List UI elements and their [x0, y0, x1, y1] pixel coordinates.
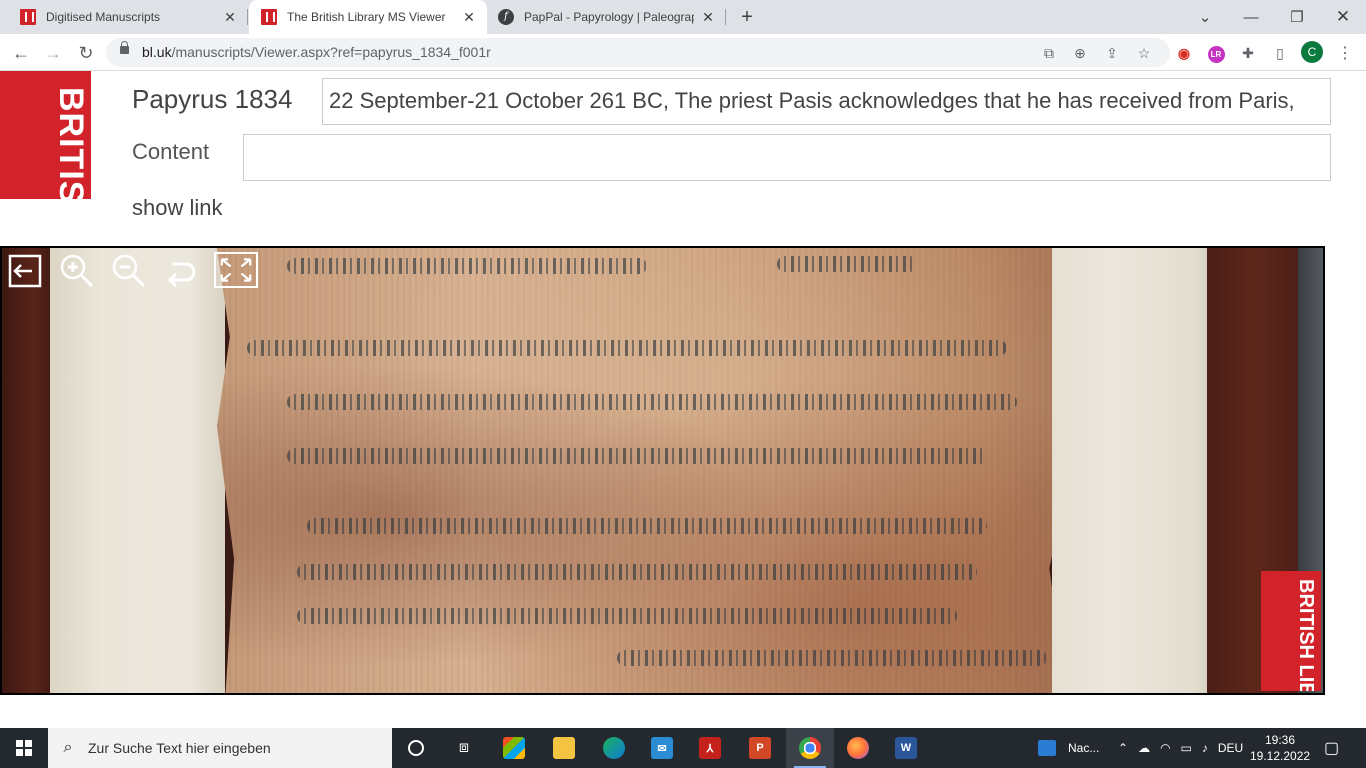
- menu-kebab-icon[interactable]: ⋮: [1334, 42, 1356, 64]
- script-line: [307, 518, 987, 534]
- browser-toolbar: ← → ↻ bl.uk/manuscripts/Viewer.aspx?ref=…: [0, 34, 1366, 71]
- manuscript-title: Papyrus 1834: [132, 84, 293, 114]
- extension-shield-icon[interactable]: ◉: [1173, 42, 1195, 64]
- fullscreen-icon[interactable]: [214, 252, 258, 288]
- tab-title: Digitised Manuscripts: [46, 10, 161, 24]
- news-icon: [1038, 740, 1056, 756]
- back-icon[interactable]: ←: [8, 40, 34, 66]
- zoom-icon[interactable]: ⊕: [1070, 43, 1090, 63]
- side-panel-icon[interactable]: ▯: [1269, 42, 1291, 64]
- clock[interactable]: 19:36 19.12.2022: [1250, 732, 1310, 764]
- cortana-icon[interactable]: [392, 728, 440, 768]
- profile-avatar[interactable]: C: [1301, 41, 1323, 63]
- windows-logo-icon: [16, 740, 32, 756]
- search-icon: ⌕: [63, 739, 73, 756]
- script-line: [287, 448, 987, 464]
- papyrus-image[interactable]: [217, 248, 1075, 693]
- network-warning-icon[interactable]: ☁: [1138, 741, 1150, 755]
- chrome-icon[interactable]: [786, 728, 834, 768]
- script-line: [287, 258, 647, 274]
- file-explorer-icon[interactable]: [540, 728, 588, 768]
- microsoft-store-icon[interactable]: [490, 728, 538, 768]
- url-text[interactable]: bl.uk/manuscripts/Viewer.aspx?ref=papyru…: [142, 44, 491, 60]
- tab-digitised-manuscripts[interactable]: Digitised Manuscripts ✕: [0, 0, 248, 34]
- mail-icon[interactable]: ✉: [638, 728, 686, 768]
- reload-icon[interactable]: ↻: [73, 40, 99, 66]
- script-line: [617, 650, 1047, 666]
- system-tray: ⌃ ☁ ◠ ▭ ♪ DEU: [1118, 728, 1243, 768]
- battery-icon[interactable]: ▭: [1181, 741, 1192, 755]
- content-field[interactable]: [243, 134, 1331, 181]
- script-line: [297, 608, 957, 624]
- bookmark-star-icon[interactable]: ☆: [1134, 43, 1154, 63]
- notification-center-icon[interactable]: ▢: [1324, 728, 1339, 768]
- close-tab-icon[interactable]: ✕: [700, 9, 716, 25]
- exit-icon[interactable]: [6, 252, 44, 290]
- close-tab-icon[interactable]: ✕: [222, 9, 238, 25]
- tab-ms-viewer[interactable]: The British Library MS Viewer ✕: [249, 0, 487, 34]
- zoom-out-icon[interactable]: [110, 252, 148, 290]
- firefox-icon[interactable]: [834, 728, 882, 768]
- word-icon[interactable]: W: [882, 728, 930, 768]
- british-library-icon: [20, 9, 36, 25]
- notification-label: Nac...: [1068, 741, 1100, 755]
- zoom-in-icon[interactable]: [58, 252, 96, 290]
- wifi-icon[interactable]: ◠: [1160, 741, 1170, 755]
- tab-title: PapPal - Papyrology | Paleograph: [524, 10, 694, 24]
- taskbar-search[interactable]: ⌕ Zur Suche Text hier eingeben: [48, 728, 392, 768]
- description-field[interactable]: 22 September-21 October 261 BC, The prie…: [322, 78, 1331, 125]
- script-line: [247, 340, 1007, 356]
- new-tab-button[interactable]: +: [736, 6, 758, 28]
- edge-icon[interactable]: [590, 728, 638, 768]
- tab-title: The British Library MS Viewer: [287, 10, 446, 24]
- clock-time: 19:36: [1264, 733, 1296, 747]
- british-library-logo[interactable]: BRITISH LIBRARY: [0, 71, 91, 199]
- mount-left: [50, 248, 225, 693]
- tab-pappal[interactable]: f PapPal - Papyrology | Paleograph ✕: [488, 0, 726, 34]
- close-tab-icon[interactable]: ✕: [461, 9, 477, 25]
- powerpoint-icon[interactable]: P: [736, 728, 784, 768]
- tab-search-chevron-icon[interactable]: ⌄: [1182, 0, 1228, 34]
- page-content: BRITISH LIBRARY Papyrus 1834 22 Septembe…: [0, 71, 1366, 728]
- restore-button[interactable]: ❐: [1274, 0, 1320, 34]
- windows-taskbar: ⌕ Zur Suche Text hier eingeben ⧈ ✉ ⅄ P W…: [0, 728, 1366, 768]
- rotate-icon[interactable]: [162, 252, 200, 290]
- script-line: [297, 564, 977, 580]
- british-library-icon: [261, 9, 277, 25]
- mount-right: [1052, 248, 1210, 693]
- minimize-button[interactable]: —: [1228, 0, 1274, 34]
- speaker-icon[interactable]: ♪: [1202, 741, 1208, 755]
- script-line: [777, 256, 917, 272]
- forward-icon[interactable]: →: [40, 40, 66, 66]
- language-indicator[interactable]: DEU: [1218, 741, 1243, 755]
- start-button[interactable]: [0, 728, 48, 768]
- browser-tab-strip: Digitised Manuscripts ✕ The British Libr…: [0, 0, 1366, 34]
- extensions-puzzle-icon[interactable]: ✚: [1237, 42, 1259, 64]
- british-library-badge: BRITISH LIBRARY: [1261, 571, 1321, 691]
- viewer-toolbar: [6, 252, 258, 290]
- translate-icon[interactable]: ⧉: [1039, 43, 1059, 63]
- share-icon[interactable]: ⇪: [1102, 43, 1122, 63]
- acrobat-icon[interactable]: ⅄: [686, 728, 734, 768]
- leather-binding-left: [2, 248, 54, 693]
- chevron-up-icon[interactable]: ⌃: [1118, 741, 1128, 755]
- task-view-icon[interactable]: ⧈: [440, 728, 488, 768]
- address-bar[interactable]: bl.uk/manuscripts/Viewer.aspx?ref=papyru…: [106, 38, 1170, 67]
- search-placeholder: Zur Suche Text hier eingeben: [88, 740, 271, 756]
- content-label: Content: [132, 139, 210, 164]
- close-window-button[interactable]: ✕: [1320, 0, 1366, 34]
- manuscript-viewer[interactable]: BRITISH LIBRARY: [0, 246, 1325, 695]
- script-line: [287, 394, 1017, 410]
- clock-date: 19.12.2022: [1250, 749, 1311, 763]
- lock-icon[interactable]: [120, 41, 129, 54]
- extension-purple-icon[interactable]: LR: [1205, 42, 1227, 64]
- show-link[interactable]: show link: [132, 195, 222, 221]
- widgets-tray[interactable]: Nac...: [1038, 728, 1099, 768]
- pappal-icon: f: [498, 9, 514, 25]
